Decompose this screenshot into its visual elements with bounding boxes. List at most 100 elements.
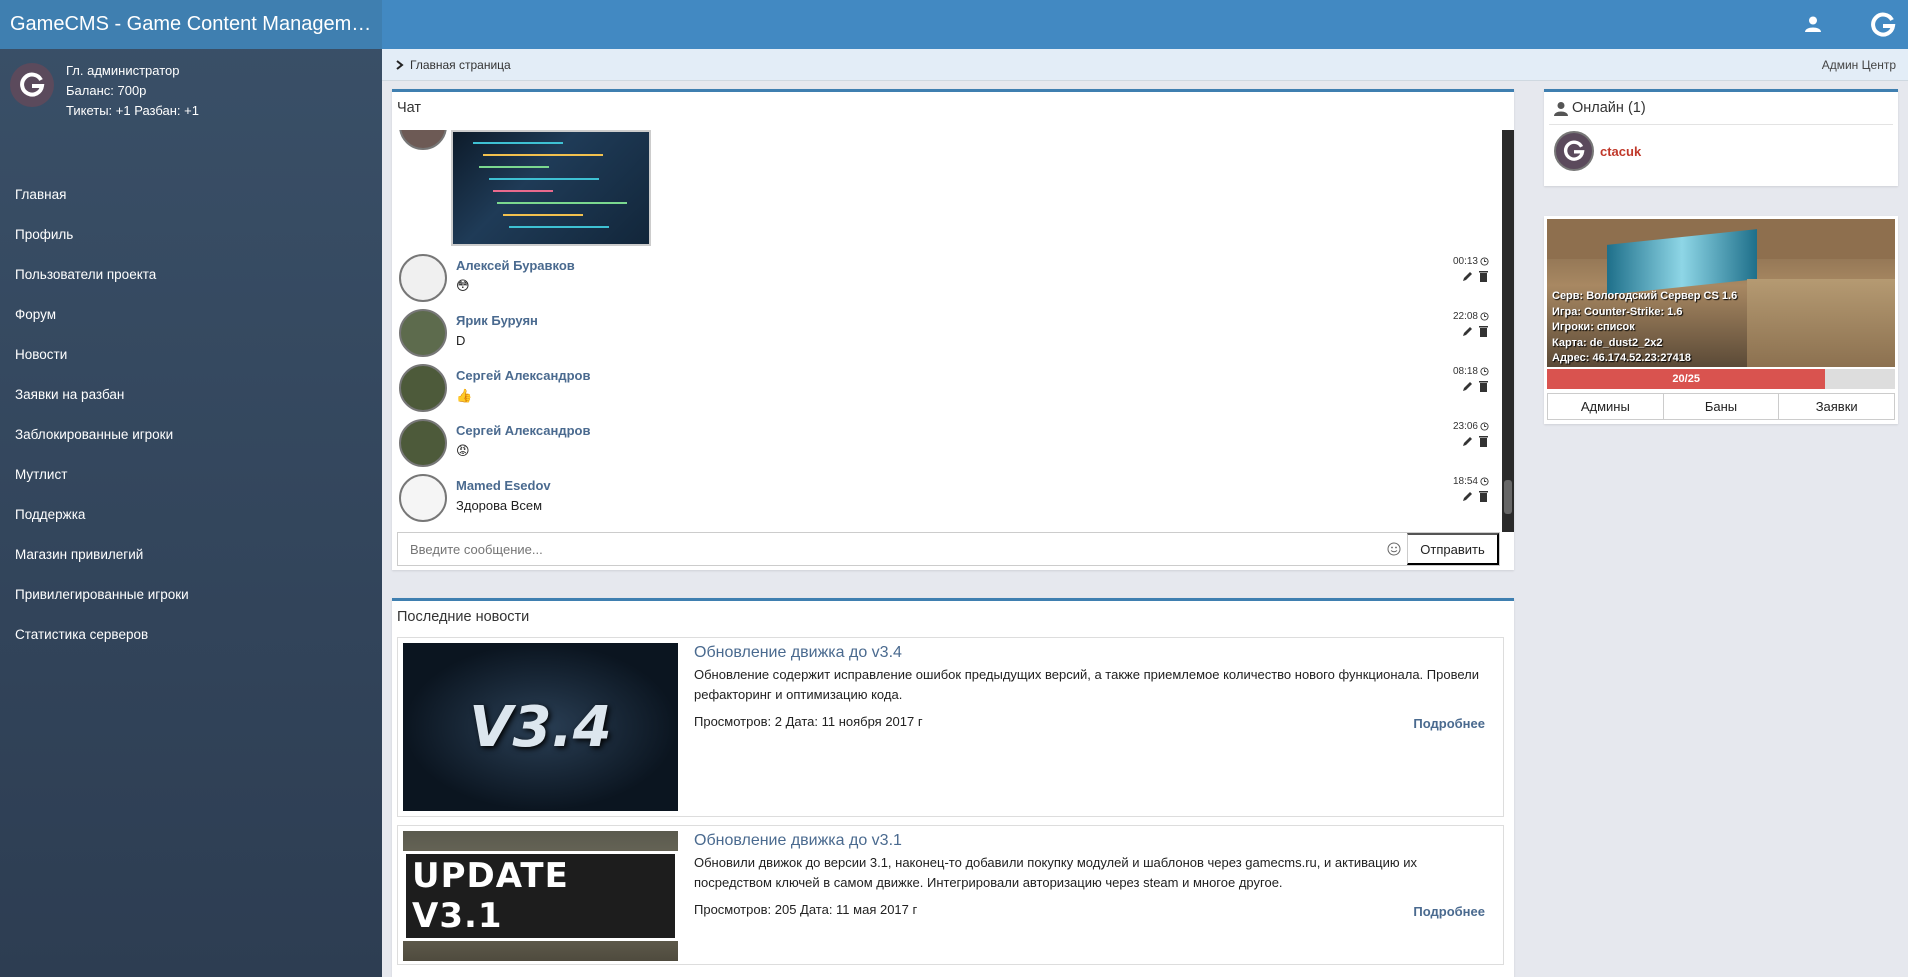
- chat-image-attachment[interactable]: [451, 130, 651, 246]
- chat-message-author[interactable]: Ярик Буруян: [456, 313, 538, 328]
- chat-message-text: 👍: [456, 388, 473, 403]
- tab-bans[interactable]: Баны: [1664, 394, 1780, 419]
- admin-center-link[interactable]: Админ Центр: [1822, 49, 1896, 81]
- sidebar-item-news[interactable]: Новости: [0, 335, 382, 375]
- server-players[interactable]: Игроки: список: [1552, 320, 1737, 336]
- gamecms-logo-icon: [1563, 140, 1585, 161]
- sidebar-item-privileged-players[interactable]: Привилегированные игроки: [0, 575, 382, 615]
- read-more-link[interactable]: Подробнее: [1413, 716, 1485, 731]
- sidebar-item-server-stats[interactable]: Статистика серверов: [0, 615, 382, 655]
- server-map: Карта: de_dust2_2x2: [1552, 336, 1663, 349]
- user-avatar[interactable]: [10, 63, 54, 107]
- edit-icon[interactable]: [1462, 490, 1474, 502]
- user-tickets: Тикеты: +1 Разбан: +1: [66, 103, 199, 118]
- online-panel: Онлайн (1) ctacuk: [1544, 89, 1898, 186]
- avatar[interactable]: [399, 309, 447, 357]
- avatar[interactable]: [399, 419, 447, 467]
- clock-icon: [1480, 422, 1489, 431]
- user-balance: Баланс: 700р: [66, 83, 147, 98]
- server-address[interactable]: Адрес: 46.174.52.23:27418: [1552, 351, 1737, 367]
- user-menu-icon[interactable]: [1804, 15, 1822, 33]
- avatar[interactable]: [399, 364, 447, 412]
- sidebar-item-privilege-shop[interactable]: Магазин привилегий: [0, 535, 382, 575]
- chat-message-time: 23:06: [1453, 421, 1489, 432]
- server-map-image[interactable]: Серв: Вологодский Сервер CS 1.6 Игра: Co…: [1547, 219, 1895, 367]
- chat-message: Сергей Александров 😡 23:06: [397, 419, 1497, 474]
- online-user[interactable]: ctacuk: [1544, 125, 1898, 177]
- news-item-meta: Просмотров: 2 Дата: 11 ноября 2017 г: [694, 714, 923, 729]
- sidebar-item-unban-requests[interactable]: Заявки на разбан: [0, 375, 382, 415]
- map-floor: [1747, 279, 1895, 367]
- trash-icon[interactable]: [1478, 435, 1489, 447]
- sidebar-item-support[interactable]: Поддержка: [0, 495, 382, 535]
- trash-icon[interactable]: [1478, 490, 1489, 502]
- gamecms-logo-icon[interactable]: [1870, 12, 1896, 38]
- chat-message: Mamed Esedov Здорова Всем 18:54: [397, 474, 1497, 529]
- sidebar-item-users[interactable]: Пользователи проекта: [0, 255, 382, 295]
- online-user-name[interactable]: ctacuk: [1600, 144, 1641, 159]
- chat-scrollbar[interactable]: [1502, 130, 1514, 532]
- news-image[interactable]: UPDATE V3.1: [403, 831, 678, 961]
- edit-icon[interactable]: [1462, 325, 1474, 337]
- sidebar-nav: Главная Профиль Пользователи проекта Фор…: [0, 175, 382, 655]
- avatar[interactable]: [399, 474, 447, 522]
- emoji-icon[interactable]: [1381, 533, 1407, 565]
- sidebar-item-home[interactable]: Главная: [0, 175, 382, 215]
- image-detail: [489, 178, 599, 180]
- edit-icon[interactable]: [1462, 270, 1474, 282]
- server-name: Серв: Вологодский Сервер CS 1.6: [1552, 290, 1738, 302]
- chat-message-text: D: [456, 333, 466, 348]
- trash-icon[interactable]: [1478, 270, 1489, 282]
- breadcrumb-home[interactable]: Главная страница: [396, 49, 511, 81]
- news-image[interactable]: V3.4: [403, 643, 678, 811]
- clock-icon: [1480, 477, 1489, 486]
- chat-message-author[interactable]: Сергей Александров: [456, 368, 590, 383]
- avatar[interactable]: [399, 254, 447, 302]
- chevron-right-icon: [396, 60, 404, 70]
- image-detail: [473, 142, 563, 144]
- user-block: Гл. администратор Баланс: 700р Тикеты: +…: [0, 49, 382, 175]
- chat-message-actions: [1462, 490, 1489, 502]
- sidebar-item-forum[interactable]: Форум: [0, 295, 382, 335]
- sidebar-item-banned-players[interactable]: Заблокированные игроки: [0, 415, 382, 455]
- sidebar-item-profile[interactable]: Профиль: [0, 215, 382, 255]
- user-icon: [1554, 101, 1568, 116]
- clock-icon: [1480, 367, 1489, 376]
- trash-icon[interactable]: [1478, 325, 1489, 337]
- avatar[interactable]: [1554, 131, 1594, 171]
- chat-message-input[interactable]: [398, 533, 1381, 565]
- clock-icon: [1480, 312, 1489, 321]
- scrollbar-thumb[interactable]: [1504, 480, 1512, 514]
- send-button[interactable]: Отправить: [1407, 533, 1499, 565]
- news-body: Обновление движка до v3.4 Обновление сод…: [694, 644, 1485, 729]
- avatar[interactable]: [399, 130, 447, 150]
- chat-input-group: Отправить: [397, 532, 1500, 566]
- chat-message-actions: [1462, 435, 1489, 447]
- chat-message-text: 😳: [456, 278, 470, 293]
- chat-message-author[interactable]: Сергей Александров: [456, 423, 590, 438]
- tab-admins[interactable]: Админы: [1548, 394, 1664, 419]
- chat-title: Чат: [397, 100, 422, 116]
- topbar: [382, 0, 1908, 49]
- news-title: Последние новости: [397, 609, 530, 625]
- trash-icon[interactable]: [1478, 380, 1489, 392]
- chat-messages: Алексей Буравков 😳 00:13 Ярик Буруян D 2…: [397, 130, 1500, 532]
- server-info: Серв: Вологодский Сервер CS 1.6 Игра: Co…: [1552, 289, 1737, 367]
- chat-message-author[interactable]: Mamed Esedov: [456, 478, 551, 493]
- news-item-title[interactable]: Обновление движка до v3.4: [694, 644, 1485, 662]
- read-more-link[interactable]: Подробнее: [1413, 904, 1485, 919]
- news-item-title[interactable]: Обновление движка до v3.1: [694, 832, 1485, 850]
- chat-message: Ярик Буруян D 22:08: [397, 309, 1497, 364]
- news-item-meta: Просмотров: 205 Дата: 11 мая 2017 г: [694, 902, 918, 917]
- edit-icon[interactable]: [1462, 435, 1474, 447]
- news-body: Обновление движка до v3.1 Обновили движо…: [694, 832, 1485, 917]
- chat-message-time: 22:08: [1453, 311, 1489, 322]
- tab-requests[interactable]: Заявки: [1779, 394, 1894, 419]
- image-detail: [493, 190, 553, 192]
- edit-icon[interactable]: [1462, 380, 1474, 392]
- image-detail: [479, 166, 549, 168]
- app-title[interactable]: GameCMS - Game Content Management ...: [0, 0, 382, 49]
- sidebar-item-mutelist[interactable]: Мутлист: [0, 455, 382, 495]
- chat-message-author[interactable]: Алексей Буравков: [456, 258, 575, 273]
- server-load-fill: 20/25: [1547, 369, 1826, 389]
